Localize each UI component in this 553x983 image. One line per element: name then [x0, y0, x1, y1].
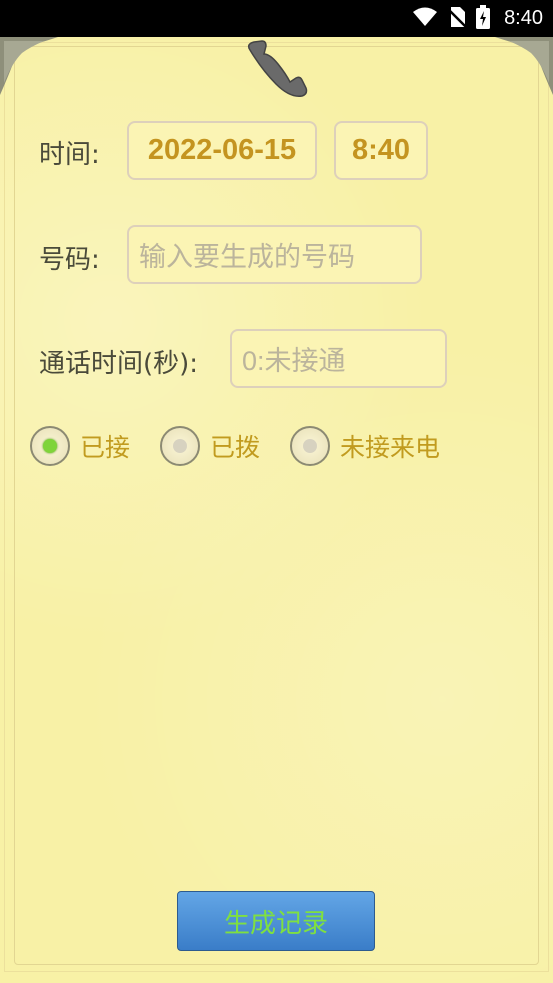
- status-bar: 8:40: [0, 0, 553, 37]
- radio-dialed-label: 已拨: [210, 433, 261, 462]
- number-placeholder: 输入要生成的号码: [139, 242, 355, 272]
- radio-missed[interactable]: 未接来电: [290, 426, 440, 466]
- radio-answered-circle[interactable]: [30, 426, 70, 466]
- corner-ornament-right: [493, 37, 553, 97]
- date-picker[interactable]: 2022-06-15: [127, 121, 317, 180]
- inner-frame: [14, 46, 539, 965]
- duration-placeholder: 0:未接通: [242, 346, 346, 376]
- phone-handset-icon: [244, 40, 308, 98]
- status-time: 8:40: [504, 7, 543, 29]
- duration-label: 通话时间(秒):: [39, 349, 199, 379]
- corner-ornament-left: [0, 37, 60, 97]
- no-sim-icon: [447, 6, 467, 32]
- radio-answered-label: 已接: [80, 433, 131, 462]
- wifi-icon: [412, 7, 438, 31]
- radio-missed-circle[interactable]: [290, 426, 331, 466]
- radio-answered[interactable]: 已接: [30, 426, 130, 466]
- radio-dialed[interactable]: 已拨: [160, 426, 260, 466]
- number-input[interactable]: 输入要生成的号码: [127, 225, 422, 284]
- number-label: 号码:: [39, 245, 100, 275]
- generate-record-button[interactable]: 生成记录: [177, 891, 375, 951]
- time-label: 时间:: [39, 140, 100, 170]
- call-type-radio-group: 已接 已拨 未接来电: [30, 423, 470, 469]
- radio-dialed-circle[interactable]: [160, 426, 201, 466]
- duration-input[interactable]: 0:未接通: [230, 329, 447, 388]
- battery-charging-icon: [476, 4, 491, 33]
- time-picker[interactable]: 8:40: [334, 121, 428, 180]
- radio-missed-label: 未接来电: [340, 433, 441, 462]
